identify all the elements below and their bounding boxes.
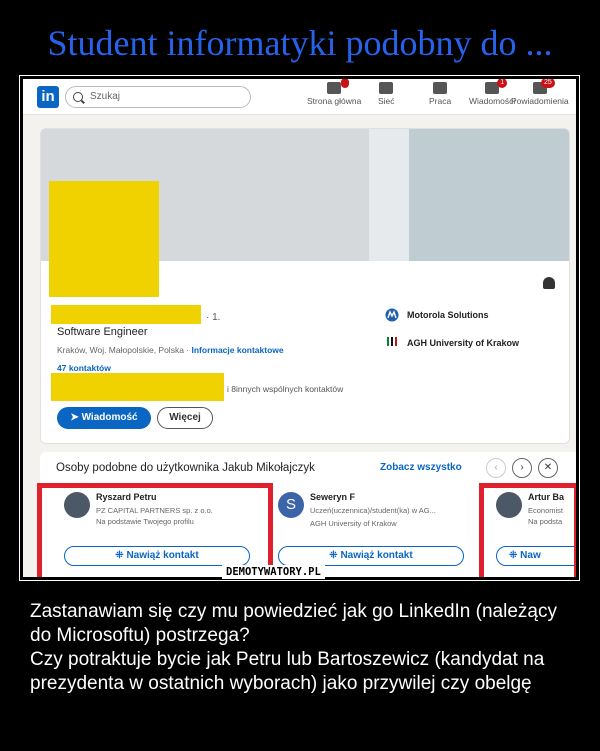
redacted-mutual-names [51, 373, 224, 401]
see-all-link[interactable]: Zobacz wszystko [380, 462, 462, 473]
watermark: DEMOTYWATORY.PL [222, 565, 325, 579]
avatar: S [278, 492, 304, 518]
meme-title: Student informatyki podobny do ... [47, 23, 553, 63]
redacted-avatar [49, 181, 159, 297]
connect-button[interactable]: ⁜ Nawiąż kontakt [278, 546, 464, 566]
contact-info-link[interactable]: Informacje kontaktowe [192, 345, 284, 355]
nav-messaging[interactable]: 1 Wiadomości [469, 79, 516, 106]
network-icon [379, 82, 394, 94]
connections-count[interactable]: 47 kontaktów [57, 363, 111, 373]
location-text: Kraków, Woj. Małopolskie, Polska · [57, 345, 190, 355]
message-button-label: Wiadomość [81, 412, 138, 423]
org-agh[interactable]: AGH University of Krakow [387, 337, 520, 348]
profile-card: · 1. Software Engineer Kraków, Woj. Mało… [40, 128, 570, 444]
similar-people-title: Osoby podobne do użytkownika Jakub Mikoł… [56, 462, 315, 474]
follow-bell-icon[interactable] [543, 277, 555, 289]
mutual-connections[interactable]: i 8innych wspólnych kontaktów [227, 384, 343, 394]
screenshot-frame: in Szukaj Strona główna Sieć Praca 1 Wia… [19, 75, 580, 581]
more-button[interactable]: Więcej [157, 407, 213, 429]
redacted-name [51, 305, 201, 324]
org-motorola-name: Motorola Solutions [407, 310, 489, 320]
caption-line: Czy potraktuje bycie jak Petru lub Barto… [30, 649, 545, 694]
search-placeholder: Szukaj [90, 91, 121, 102]
nav-jobs[interactable]: Praca [429, 82, 451, 106]
nav-messaging-label: Wiadomości [469, 96, 516, 106]
nav-network[interactable]: Sieć [378, 82, 395, 106]
nav-home[interactable]: Strona główna [307, 79, 362, 106]
person-school: AGH University of Krakow [310, 519, 397, 528]
highlight-box [37, 483, 273, 577]
messaging-badge: 1 [497, 79, 508, 88]
next-button[interactable]: › [512, 458, 532, 478]
person-headline: Uczeń(uczennica)/student(ka) w AG... [310, 506, 436, 515]
messaging-icon: 1 [485, 79, 508, 94]
top-nav: in Szukaj Strona główna Sieć Praca 1 Wia… [23, 79, 576, 115]
briefcase-icon [433, 82, 448, 94]
dismiss-button[interactable]: ✕ [538, 458, 558, 478]
org-agh-name: AGH University of Krakow [407, 338, 520, 348]
motorola-logo-icon [385, 308, 399, 322]
bell-icon: 25 [532, 79, 555, 94]
connection-degree: · 1. [206, 312, 221, 323]
search-icon [73, 92, 83, 102]
profile-headline: Software Engineer [57, 326, 148, 338]
person-name[interactable]: Seweryn F [310, 492, 355, 502]
org-motorola[interactable]: Motorola Solutions [385, 308, 489, 322]
notifications-badge: 25 [541, 79, 555, 88]
profile-location: Kraków, Woj. Małopolskie, Polska · Infor… [57, 345, 284, 355]
prev-button[interactable]: ‹ [486, 458, 506, 478]
linkedin-screenshot: in Szukaj Strona główna Sieć Praca 1 Wia… [23, 79, 576, 577]
message-button[interactable]: ➤ Wiadomość [57, 407, 151, 429]
nav-network-label: Sieć [378, 96, 395, 106]
highlight-box [479, 483, 576, 577]
meme-caption: Zastanawiam się czy mu powiedzieć jak go… [30, 600, 570, 696]
search-input[interactable]: Szukaj [65, 86, 251, 108]
nav-notifications[interactable]: 25 Powiadomienia [511, 79, 569, 106]
home-icon [327, 79, 350, 94]
connect-button-label: Nawiąż kontakt [340, 550, 413, 561]
agh-logo-icon [387, 337, 397, 346]
nav-home-label: Strona główna [307, 96, 362, 106]
linkedin-logo[interactable]: in [37, 86, 59, 108]
nav-jobs-label: Praca [429, 96, 452, 106]
nav-notifications-label: Powiadomienia [511, 96, 569, 106]
caption-line: Zastanawiam się czy mu powiedzieć jak go… [30, 601, 557, 646]
